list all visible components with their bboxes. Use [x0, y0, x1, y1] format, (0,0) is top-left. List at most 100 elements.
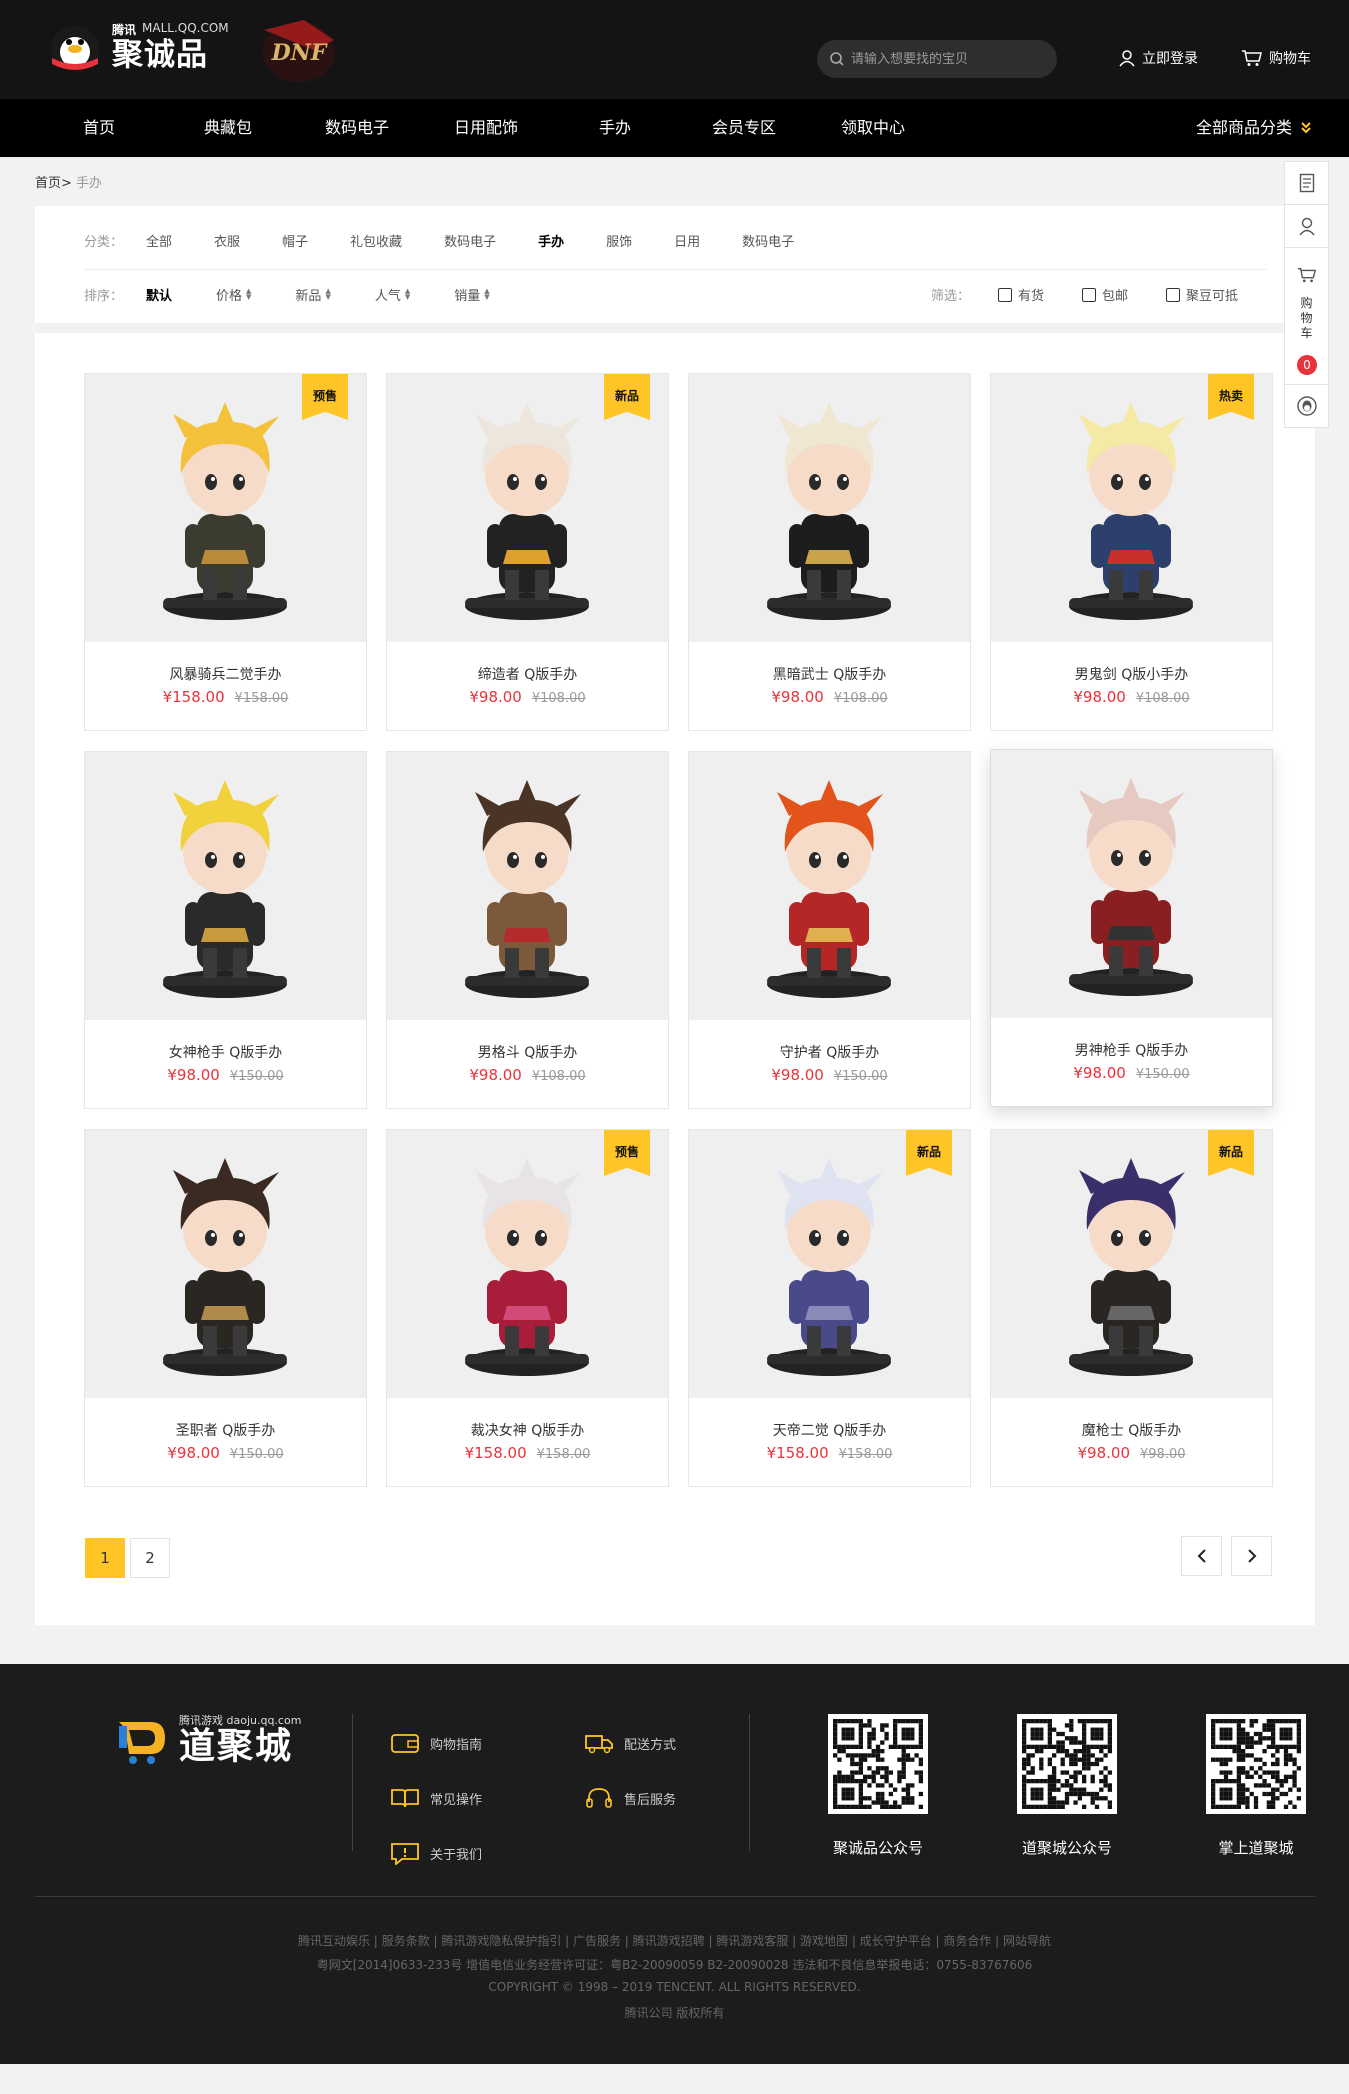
nav-item-members[interactable]: 会员专区 [689, 99, 799, 157]
product-card[interactable]: 热卖 男鬼剑 Q版小手办 ¥98.00 ¥108.00 [990, 373, 1273, 731]
category-option-clothes[interactable]: 衣服 [214, 231, 240, 250]
qq-penguin-icon [1296, 396, 1317, 416]
product-prices: ¥158.00 ¥158.00 [689, 1444, 970, 1462]
product-image[interactable] [991, 1130, 1272, 1398]
cart-link[interactable]: 购物车 [1241, 48, 1311, 68]
product-card[interactable]: 守护者 Q版手办 ¥98.00 ¥150.00 [688, 751, 971, 1109]
breadcrumb-home[interactable]: 首页> [35, 176, 72, 191]
sort-default[interactable]: 默认 [146, 285, 172, 304]
all-categories-menu[interactable]: 全部商品分类 [1196, 99, 1312, 157]
in-stock-checkbox[interactable]: 有货 [998, 285, 1044, 304]
sort-price[interactable]: 价格 ▲ ▼ [216, 285, 251, 304]
product-card[interactable]: 新品 缔造者 Q版手办 ¥98.00 ¥108.00 [386, 373, 669, 731]
product-card[interactable]: 男格斗 Q版手办 ¥98.00 ¥108.00 [386, 751, 669, 1109]
cart-label: 购物车 [1269, 51, 1311, 67]
search-box[interactable] [817, 40, 1057, 78]
footer-link-about-us[interactable]: 关于我们 [390, 1841, 482, 1865]
prev-page-button[interactable] [1181, 1536, 1222, 1576]
brand-domain: MALL.QQ.COM [142, 20, 229, 35]
sort-row: 排序： 默认 价格 ▲ ▼ 新品 ▲ ▼ 人气 ▲ ▼ 销量 ▲ ▼ [84, 282, 534, 306]
product-card[interactable]: 女神枪手 Q版手办 ¥98.00 ¥150.00 [84, 751, 367, 1109]
page-2-button[interactable]: 2 [130, 1538, 170, 1578]
product-card[interactable]: 预售 风暴骑兵二觉手办 ¥158.00 ¥158.00 [84, 373, 367, 731]
product-image[interactable] [387, 1130, 668, 1398]
product-image[interactable] [689, 374, 970, 642]
product-original-price: ¥150.00 [833, 1069, 888, 1084]
user-icon [1119, 50, 1135, 67]
product-card[interactable]: 圣职者 Q版手办 ¥98.00 ¥150.00 [84, 1129, 367, 1487]
product-card[interactable]: 新品 天帝二觉 Q版手办 ¥158.00 ¥158.00 [688, 1129, 971, 1487]
category-option-daily[interactable]: 日用 [674, 231, 700, 250]
product-original-price: ¥150.00 [229, 1069, 284, 1084]
category-option-all[interactable]: 全部 [146, 231, 172, 250]
sidebar-divider [1285, 247, 1328, 248]
product-name[interactable]: 风暴骑兵二觉手办 [85, 664, 366, 684]
nav-item-digital[interactable]: 数码电子 [302, 99, 412, 157]
nav-item-figures[interactable]: 手办 [560, 99, 670, 157]
sort-price-label: 价格 [216, 288, 243, 304]
sort-sales[interactable]: 销量 ▲ ▼ [454, 285, 489, 304]
product-name[interactable]: 男鬼剑 Q版小手办 [991, 664, 1272, 684]
site-logo[interactable]: 腾讯 MALL.QQ.COM 聚诚品 [44, 18, 229, 74]
product-prices: ¥98.00 ¥150.00 [991, 1064, 1272, 1082]
product-name[interactable]: 圣职者 Q版手办 [85, 1420, 366, 1440]
nav-item-accessories[interactable]: 日用配饰 [431, 99, 541, 157]
sort-popularity[interactable]: 人气 ▲ ▼ [375, 285, 410, 304]
product-name[interactable]: 黑暗武士 Q版手办 [689, 664, 970, 684]
category-option-digital-2[interactable]: 数码电子 [742, 231, 794, 250]
product-image[interactable] [991, 750, 1272, 1018]
dnf-game-logo[interactable]: DNF [244, 10, 354, 90]
orders-button[interactable] [1285, 162, 1328, 204]
category-option-figures[interactable]: 手办 [538, 231, 564, 250]
product-name[interactable]: 男格斗 Q版手办 [387, 1042, 668, 1062]
headset-icon [586, 1788, 612, 1808]
free-shipping-checkbox[interactable]: 包邮 [1082, 285, 1128, 304]
product-name[interactable]: 男神枪手 Q版手办 [991, 1040, 1272, 1060]
category-option-gift-packs[interactable]: 礼包收藏 [350, 231, 402, 250]
next-page-button[interactable] [1231, 1536, 1272, 1576]
product-grid: 预售 风暴骑兵二觉手办 ¥158.00 ¥158.00 新品 缔造者 Q版手办 ¥98.00… [35, 333, 1315, 1625]
product-image[interactable] [85, 374, 366, 642]
nav-item-home[interactable]: 首页 [44, 99, 154, 157]
category-option-digital[interactable]: 数码电子 [444, 231, 496, 250]
footer-link-delivery[interactable]: 配送方式 [584, 1731, 676, 1755]
footer-link-operations[interactable]: 常见操作 [390, 1786, 482, 1810]
footer-logo[interactable]: 腾讯游戏 daoju.qq.com 道聚城 [115, 1712, 301, 1766]
product-image[interactable] [991, 374, 1272, 642]
product-name[interactable]: 裁决女神 Q版手办 [387, 1420, 668, 1440]
footer-link-after-sales[interactable]: 售后服务 [584, 1786, 676, 1810]
chevron-left-icon [1197, 1549, 1206, 1563]
login-link[interactable]: 立即登录 [1118, 48, 1198, 68]
sort-new[interactable]: 新品 ▲ ▼ [295, 285, 330, 304]
product-card[interactable]: 新品 魔枪士 Q版手办 ¥98.00 ¥98.00 [990, 1129, 1273, 1487]
product-image[interactable] [387, 374, 668, 642]
product-name[interactable]: 缔造者 Q版手办 [387, 664, 668, 684]
qq-service-button[interactable] [1285, 385, 1328, 427]
product-image[interactable] [85, 752, 366, 1020]
sort-label: 排序： [84, 288, 124, 304]
product-image[interactable] [689, 752, 970, 1020]
product-card[interactable]: 黑暗武士 Q版手办 ¥98.00 ¥108.00 [688, 373, 971, 731]
qr-label-juchengpin: 聚诚品公众号 [832, 1839, 923, 1857]
product-image[interactable] [85, 1130, 366, 1398]
product-card[interactable]: 男神枪手 Q版手办 ¥98.00 ¥150.00 [990, 749, 1273, 1107]
category-option-hats[interactable]: 帽子 [282, 231, 308, 250]
product-card[interactable]: 预售 裁决女神 Q版手办 ¥158.00 ¥158.00 [386, 1129, 669, 1487]
product-name[interactable]: 守护者 Q版手办 [689, 1042, 970, 1062]
product-image[interactable] [387, 752, 668, 1020]
page-1-button[interactable]: 1 [85, 1538, 125, 1578]
product-name[interactable]: 魔枪士 Q版手办 [991, 1420, 1272, 1440]
footer-link-shopping-guide[interactable]: 购物指南 [390, 1731, 482, 1755]
product-image[interactable] [689, 1130, 970, 1398]
sidebar-cart-label[interactable]: 购物车 [1285, 296, 1328, 341]
product-name[interactable]: 天帝二觉 Q版手办 [689, 1420, 970, 1440]
qr-code-daojucheng [1017, 1714, 1117, 1814]
category-option-apparel[interactable]: 服饰 [606, 231, 632, 250]
sidebar-cart-button[interactable] [1285, 262, 1328, 288]
nav-item-collection[interactable]: 典藏包 [173, 99, 283, 157]
bean-deduct-checkbox[interactable]: 聚豆可抵 [1166, 285, 1238, 304]
nav-item-claim[interactable]: 领取中心 [818, 99, 928, 157]
profile-button[interactable] [1285, 205, 1328, 247]
search-input[interactable] [851, 51, 1041, 67]
product-name[interactable]: 女神枪手 Q版手办 [85, 1042, 366, 1062]
